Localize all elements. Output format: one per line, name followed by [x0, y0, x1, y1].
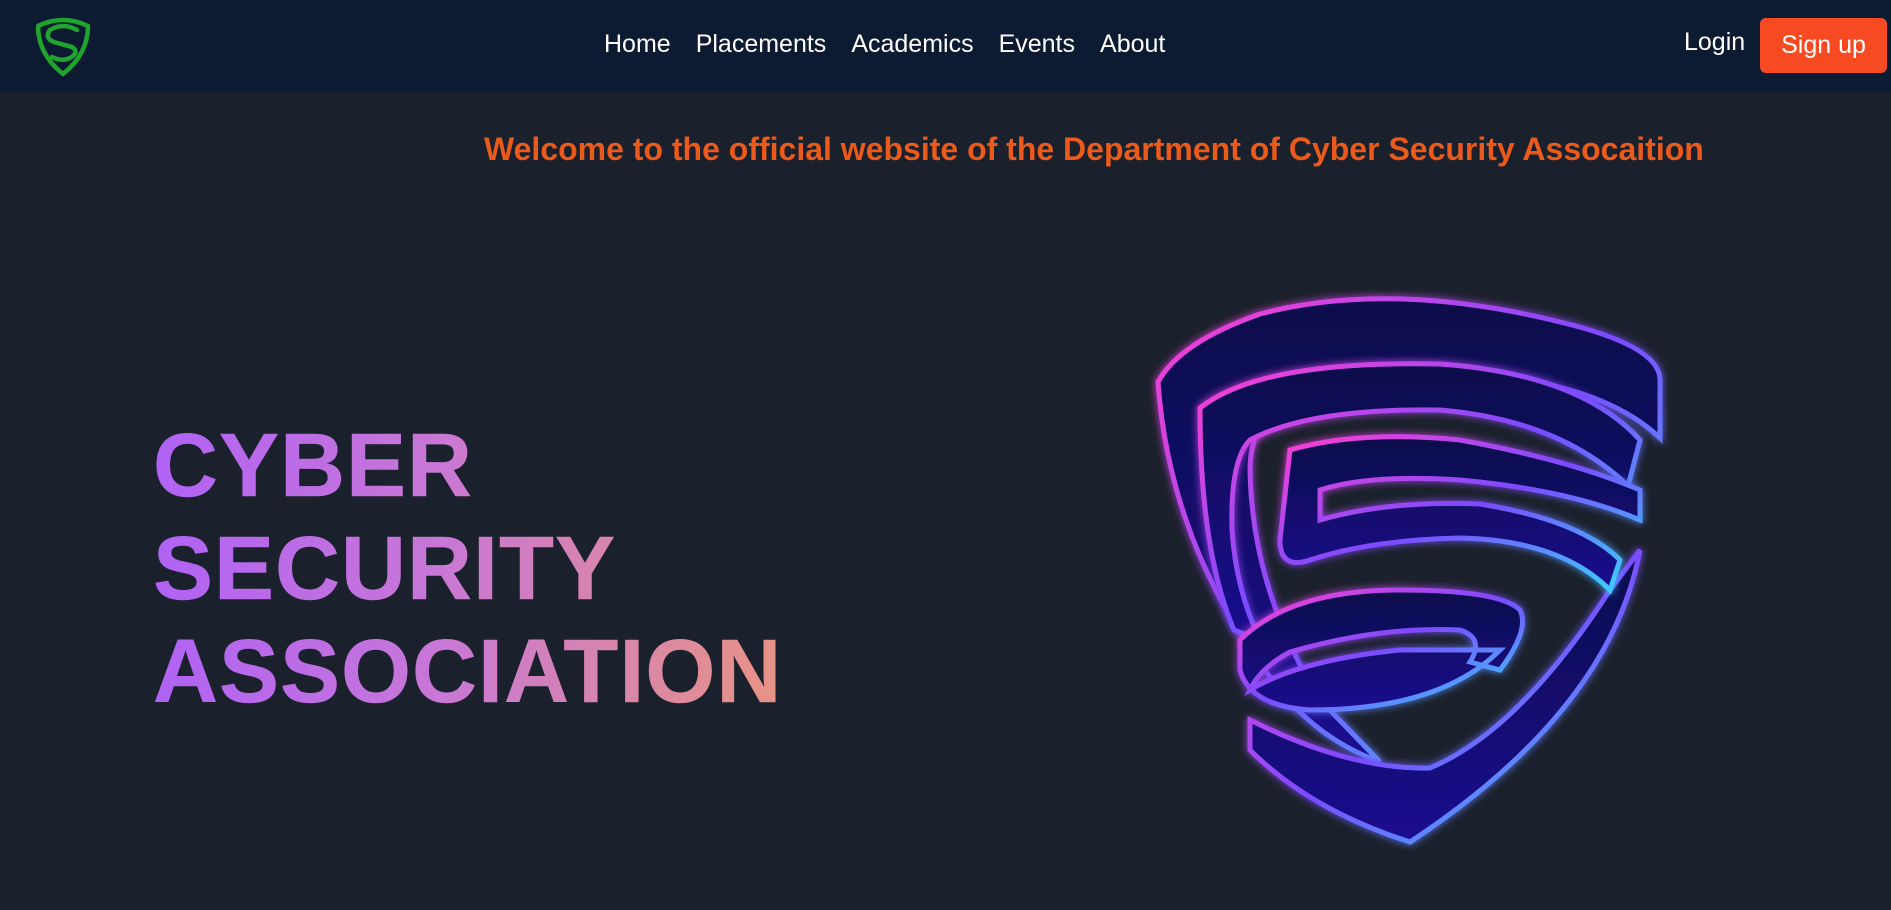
shield-s-logo-icon[interactable] [30, 12, 96, 78]
login-link[interactable]: Login [1684, 26, 1745, 58]
signup-button[interactable]: Sign up [1760, 18, 1887, 73]
hero-title-line-3: ASSOCIATION [153, 622, 783, 723]
nav-home-link[interactable]: Home [604, 28, 671, 60]
main-nav: Home Placements Academics Events About [604, 28, 1190, 60]
welcome-banner: Welcome to the official website of the D… [484, 131, 1704, 167]
hero-title-line-1: CYBER [153, 416, 474, 517]
nav-placements-link[interactable]: Placements [696, 28, 827, 60]
neon-shield-s-icon [1155, 296, 1663, 845]
nav-academics-link[interactable]: Academics [851, 28, 973, 60]
hero-title-line-2: SECURITY [153, 519, 617, 620]
navbar: Home Placements Academics Events About L… [0, 0, 1891, 92]
nav-about-link[interactable]: About [1100, 28, 1165, 60]
nav-events-link[interactable]: Events [999, 28, 1075, 60]
hero-title: CYBER SECURITY ASSOCIATION [153, 415, 782, 724]
